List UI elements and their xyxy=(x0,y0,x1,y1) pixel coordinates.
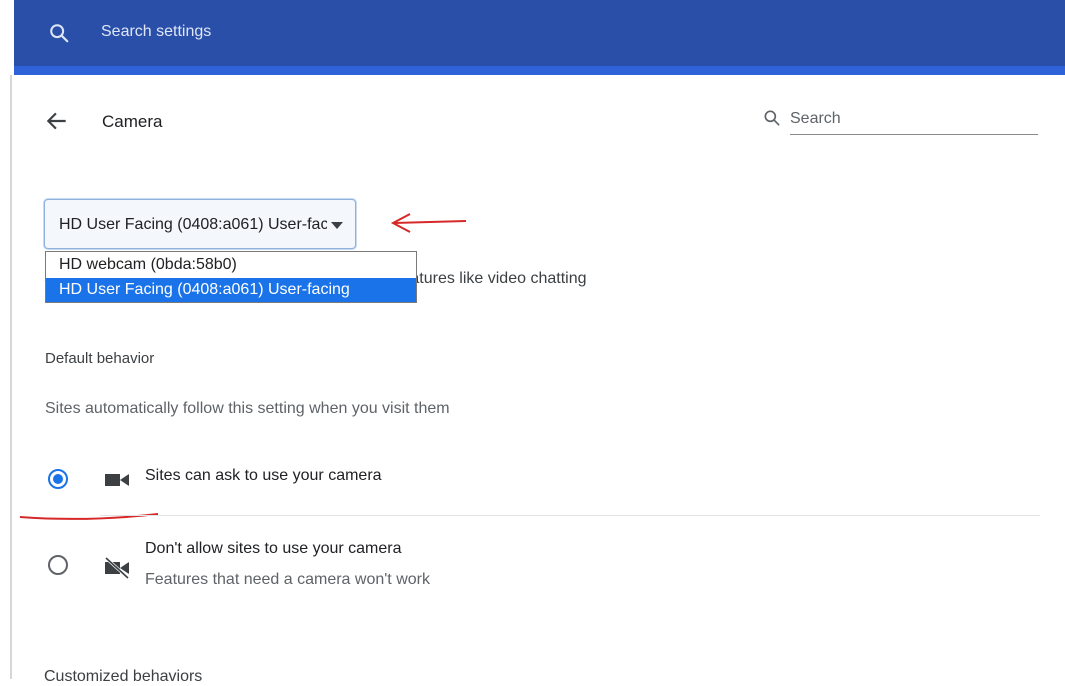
option-sublabel: Features that need a camera won't work xyxy=(145,571,430,588)
device-dropdown-list[interactable]: HD webcam (0bda:58b0) HD User Facing (04… xyxy=(45,251,417,303)
camera-search xyxy=(762,104,1040,140)
divider xyxy=(100,515,1040,516)
arrow-left-icon[interactable] xyxy=(44,108,70,134)
page-border xyxy=(10,75,12,679)
annotation-underline xyxy=(19,513,159,520)
topbar-accent-strip xyxy=(14,66,1065,75)
radio-allow-ask[interactable] xyxy=(48,469,68,489)
dropdown-option[interactable]: HD webcam (0bda:58b0) xyxy=(46,253,416,277)
chevron-down-icon xyxy=(331,222,343,229)
dropdown-option-selected[interactable]: HD User Facing (0408:a061) User-facing xyxy=(46,278,416,302)
top-search-bar[interactable]: Search settings xyxy=(14,0,1065,66)
search-icon xyxy=(764,110,780,126)
option-label: Sites can ask to use your camera xyxy=(145,467,382,484)
annotation-arrow xyxy=(390,213,467,233)
section-heading: Customized behaviors xyxy=(44,668,203,685)
section-heading: Default behavior xyxy=(45,350,155,367)
radio-block[interactable] xyxy=(48,555,68,575)
camera-device-select[interactable]: HD User Facing (0408:a061) User-facing xyxy=(44,199,356,249)
section-subtitle: Sites automatically follow this setting … xyxy=(45,400,450,417)
option-label: Don't allow sites to use your camera xyxy=(145,540,402,557)
search-icon xyxy=(50,24,69,43)
camera-off-icon xyxy=(104,556,130,579)
search-input[interactable] xyxy=(790,104,1038,135)
search-settings-placeholder[interactable]: Search settings xyxy=(101,23,211,41)
camera-icon xyxy=(105,474,129,486)
selected-device: HD User Facing (0408:a061) User-facing xyxy=(59,216,327,233)
page-title: Camera xyxy=(102,112,163,131)
